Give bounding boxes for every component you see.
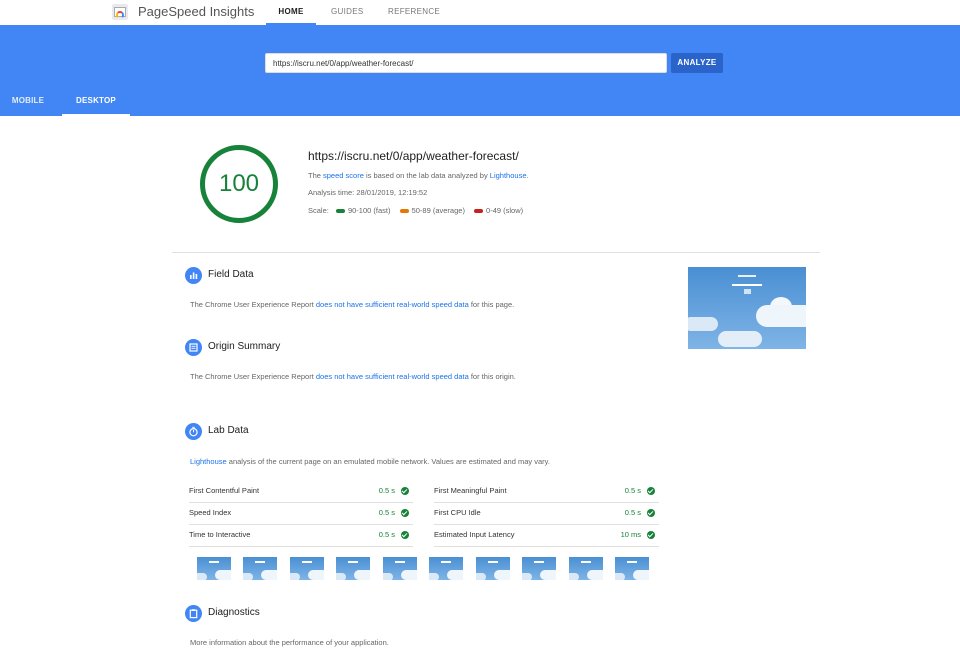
- check-icon: [401, 509, 409, 517]
- search-band: ANALYZE MOBILE DESKTOP: [0, 25, 960, 116]
- origin-summary-title: Origin Summary: [208, 341, 281, 352]
- crux-link[interactable]: does not have sufficient real-world spee…: [316, 300, 469, 309]
- score-description: The speed score is based on the lab data…: [308, 171, 529, 180]
- metric-first-cpu-idle: First CPU Idle 0.5 s: [434, 503, 659, 525]
- lab-data-title: Lab Data: [208, 425, 249, 436]
- stopwatch-icon: [185, 423, 202, 440]
- filmstrip-frame: [615, 557, 649, 580]
- fast-dot-icon: [335, 208, 345, 213]
- desc-text: The: [308, 171, 324, 180]
- tested-url: https://iscru.net/0/app/weather-forecast…: [308, 149, 519, 163]
- filmstrip-frame: [336, 557, 370, 580]
- diagnostics-text: More information about the performance o…: [190, 638, 389, 647]
- metric-value: 0.5 s: [624, 508, 641, 517]
- scale-slow: 0-49 (slow): [474, 206, 523, 215]
- filmstrip-frame: [522, 557, 556, 580]
- check-icon: [647, 487, 655, 495]
- document-icon: [185, 339, 202, 356]
- diagnostics-title: Diagnostics: [208, 607, 260, 618]
- top-bar: PageSpeed Insights HOME GUIDES REFERENCE: [0, 0, 960, 25]
- check-icon: [647, 531, 655, 539]
- score-value: 100: [218, 170, 260, 197]
- lab-data-text: Lighthouse analysis of the current page …: [190, 457, 550, 466]
- url-input[interactable]: [265, 53, 667, 73]
- metric-time-to-interactive: Time to Interactive 0.5 s: [189, 525, 413, 547]
- speed-score-link[interactable]: speed score: [323, 171, 364, 180]
- metric-first-meaningful-paint: First Meaningful Paint 0.5 s: [434, 481, 659, 503]
- scale-fast: 90-100 (fast): [335, 206, 390, 215]
- tab-desktop[interactable]: DESKTOP: [62, 87, 130, 116]
- desc-text: is based on the lab data analyzed by: [363, 171, 490, 180]
- scale-label: Scale:: [308, 206, 329, 215]
- divider: [172, 252, 820, 253]
- filmstrip-frame: [476, 557, 510, 580]
- bar-chart-icon: [185, 267, 202, 284]
- field-data-text: The Chrome User Experience Report does n…: [190, 300, 515, 309]
- check-icon: [647, 509, 655, 517]
- lighthouse-lab-link[interactable]: Lighthouse: [190, 457, 227, 466]
- clipboard-icon: [185, 605, 202, 622]
- metric-value: 0.5 s: [378, 486, 395, 495]
- metric-value: 0.5 s: [378, 508, 395, 517]
- crux-origin-link[interactable]: does not have sufficient real-world spee…: [316, 372, 469, 381]
- page-screenshot: [688, 267, 806, 349]
- nav-guides[interactable]: GUIDES: [331, 0, 363, 25]
- analysis-time: Analysis time: 28/01/2019, 12:19:52: [308, 188, 428, 197]
- filmstrip-frame: [197, 557, 231, 580]
- desc-text: .: [526, 171, 529, 180]
- filmstrip-frame: [383, 557, 417, 580]
- metric-value: 0.5 s: [378, 530, 395, 539]
- metric-first-contentful-paint: First Contentful Paint 0.5 s: [189, 481, 413, 503]
- origin-summary-text: The Chrome User Experience Report does n…: [190, 372, 516, 381]
- metric-estimated-input-latency: Estimated Input Latency 10 ms: [434, 525, 659, 547]
- field-data-title: Field Data: [208, 269, 254, 280]
- tab-mobile[interactable]: MOBILE: [0, 87, 56, 116]
- filmstrip-frame: [290, 557, 324, 580]
- metric-value: 10 ms: [620, 530, 641, 539]
- score-scale: Scale: 90-100 (fast) 50-89 (average) 0-4…: [308, 206, 530, 215]
- filmstrip-frame: [429, 557, 463, 580]
- slow-dot-icon: [474, 208, 484, 213]
- filmstrip-frame: [569, 557, 603, 580]
- metric-value: 0.5 s: [624, 486, 641, 495]
- check-icon: [401, 487, 409, 495]
- nav-reference[interactable]: REFERENCE: [388, 0, 440, 25]
- pagespeed-logo-icon[interactable]: [112, 4, 128, 20]
- filmstrip-frame: [243, 557, 277, 580]
- scale-average: 50-89 (average): [399, 206, 465, 215]
- app-title[interactable]: PageSpeed Insights: [138, 4, 254, 19]
- nav-home[interactable]: HOME: [266, 0, 316, 25]
- metric-speed-index: Speed Index 0.5 s: [189, 503, 413, 525]
- lighthouse-link[interactable]: Lighthouse: [490, 171, 527, 180]
- check-icon: [401, 531, 409, 539]
- score-gauge: 100: [200, 145, 278, 223]
- analyze-button[interactable]: ANALYZE: [671, 53, 723, 73]
- average-dot-icon: [399, 208, 409, 213]
